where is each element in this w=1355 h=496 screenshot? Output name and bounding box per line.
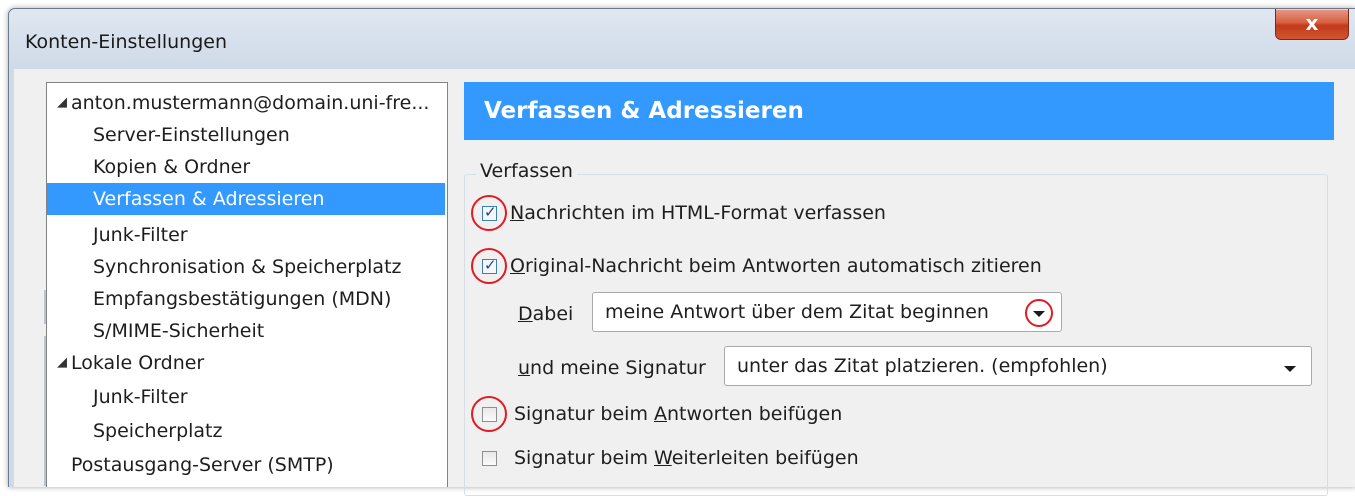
accelerator-key: u	[518, 357, 531, 379]
tree-item-label: anton.mustermann@domain.uni-fre...	[71, 92, 430, 114]
dabei-label: Dabei	[518, 303, 573, 325]
quote-original-checkbox[interactable]	[482, 256, 497, 274]
close-button[interactable]: x	[1275, 9, 1349, 40]
tree-item-copies-folders[interactable]: Kopien & Ordner	[93, 151, 250, 183]
window-frame	[9, 69, 14, 487]
tree-item-smime[interactable]: S/MIME-Sicherheit	[93, 315, 264, 347]
html-format-label[interactable]: Nachrichten im HTML-Format verfassen	[510, 202, 886, 224]
tree-item-label: Verfassen & Adressieren	[93, 188, 325, 210]
tree-item-storage[interactable]: Speicherplatz	[93, 415, 222, 447]
signature-reply-label[interactable]: Signatur beim Antworten beifügen	[514, 403, 842, 425]
accelerator-key: D	[518, 303, 533, 325]
title-bar: Konten-Einstellungen x	[9, 9, 1355, 69]
label-text: achrichten im HTML-Format verfassen	[524, 202, 886, 224]
tree-item-label: Server-Einstellungen	[93, 124, 290, 146]
label-text: eiterleiten beifügen	[671, 447, 859, 469]
tree-item-label: Postausgang-Server (SMTP)	[71, 454, 334, 476]
tree-item-account[interactable]: ◢ anton.mustermann@domain.uni-fre...	[57, 87, 429, 119]
label-text: abei	[532, 303, 574, 325]
tree-item-label: Empfangsbestätigungen (MDN)	[93, 288, 392, 310]
select-value: unter das Zitat platzieren. (empfohlen)	[737, 355, 1108, 377]
signature-reply-checkbox[interactable]	[482, 407, 497, 422]
label-text: nd meine Signatur	[530, 357, 706, 379]
label-text: Signatur beim	[514, 447, 655, 469]
label-text: ntworten beifügen	[667, 403, 843, 425]
quote-original-label[interactable]: Original-Nachricht beim Antworten automa…	[510, 255, 1042, 277]
signature-position-label: und meine Signatur	[518, 357, 706, 379]
tree-item-server-settings[interactable]: Server-Einstellungen	[93, 119, 290, 151]
chevron-down-icon[interactable]	[1033, 311, 1045, 317]
label-text: Signatur beim	[514, 403, 655, 425]
expander-icon[interactable]: ◢	[57, 87, 67, 119]
tree-item-label: S/MIME-Sicherheit	[93, 320, 265, 342]
group-label: Verfassen	[476, 160, 577, 182]
expander-icon[interactable]: ◢	[57, 347, 67, 379]
page-title: Verfassen & Adressieren	[464, 82, 1334, 140]
tree-item-label: Speicherplatz	[93, 420, 223, 442]
accelerator-key: O	[510, 255, 525, 277]
html-format-checkbox[interactable]	[482, 203, 497, 221]
tree-item-label: Junk-Filter	[93, 224, 188, 246]
tree-item-label: Lokale Ordner	[71, 352, 205, 374]
accelerator-key: A	[654, 403, 668, 425]
reply-position-select[interactable]: meine Antwort über dem Zitat beginnen	[592, 292, 1062, 332]
signature-forward-checkbox[interactable]	[482, 451, 497, 466]
tree-item-local-junk-filter[interactable]: Junk-Filter	[93, 381, 188, 413]
settings-panel: Verfassen & Adressieren Verfassen Nachri…	[456, 82, 1355, 496]
tree-item-receipts[interactable]: Empfangsbestätigungen (MDN)	[93, 283, 391, 315]
tree-item-label: Junk-Filter	[93, 386, 188, 408]
signature-forward-label[interactable]: Signatur beim Weiterleiten beifügen	[514, 447, 859, 469]
tree-item-sync-storage[interactable]: Synchronisation & Speicherplatz	[93, 251, 402, 283]
tree-item-smtp[interactable]: Postausgang-Server (SMTP)	[71, 449, 334, 481]
select-value: meine Antwort über dem Zitat beginnen	[605, 301, 989, 323]
label-text: riginal-Nachricht beim Antworten automat…	[524, 255, 1042, 277]
signature-position-select[interactable]: unter das Zitat platzieren. (empfohlen)	[724, 346, 1312, 386]
accelerator-key: N	[510, 202, 525, 224]
tree-item-local-folders[interactable]: ◢ Lokale Ordner	[57, 347, 204, 379]
tree-item-label: Kopien & Ordner	[93, 156, 251, 178]
tree-item-compose-addressing[interactable]: Verfassen & Adressieren	[47, 183, 445, 215]
account-tree[interactable]: ◢ anton.mustermann@domain.uni-fre... Ser…	[46, 82, 448, 487]
tree-item-label: Synchronisation & Speicherplatz	[93, 256, 402, 278]
window-title: Konten-Einstellungen	[25, 31, 228, 53]
accelerator-key: W	[654, 447, 672, 469]
chevron-down-icon[interactable]	[1284, 366, 1296, 372]
tree-item-junk-filter[interactable]: Junk-Filter	[93, 219, 188, 251]
